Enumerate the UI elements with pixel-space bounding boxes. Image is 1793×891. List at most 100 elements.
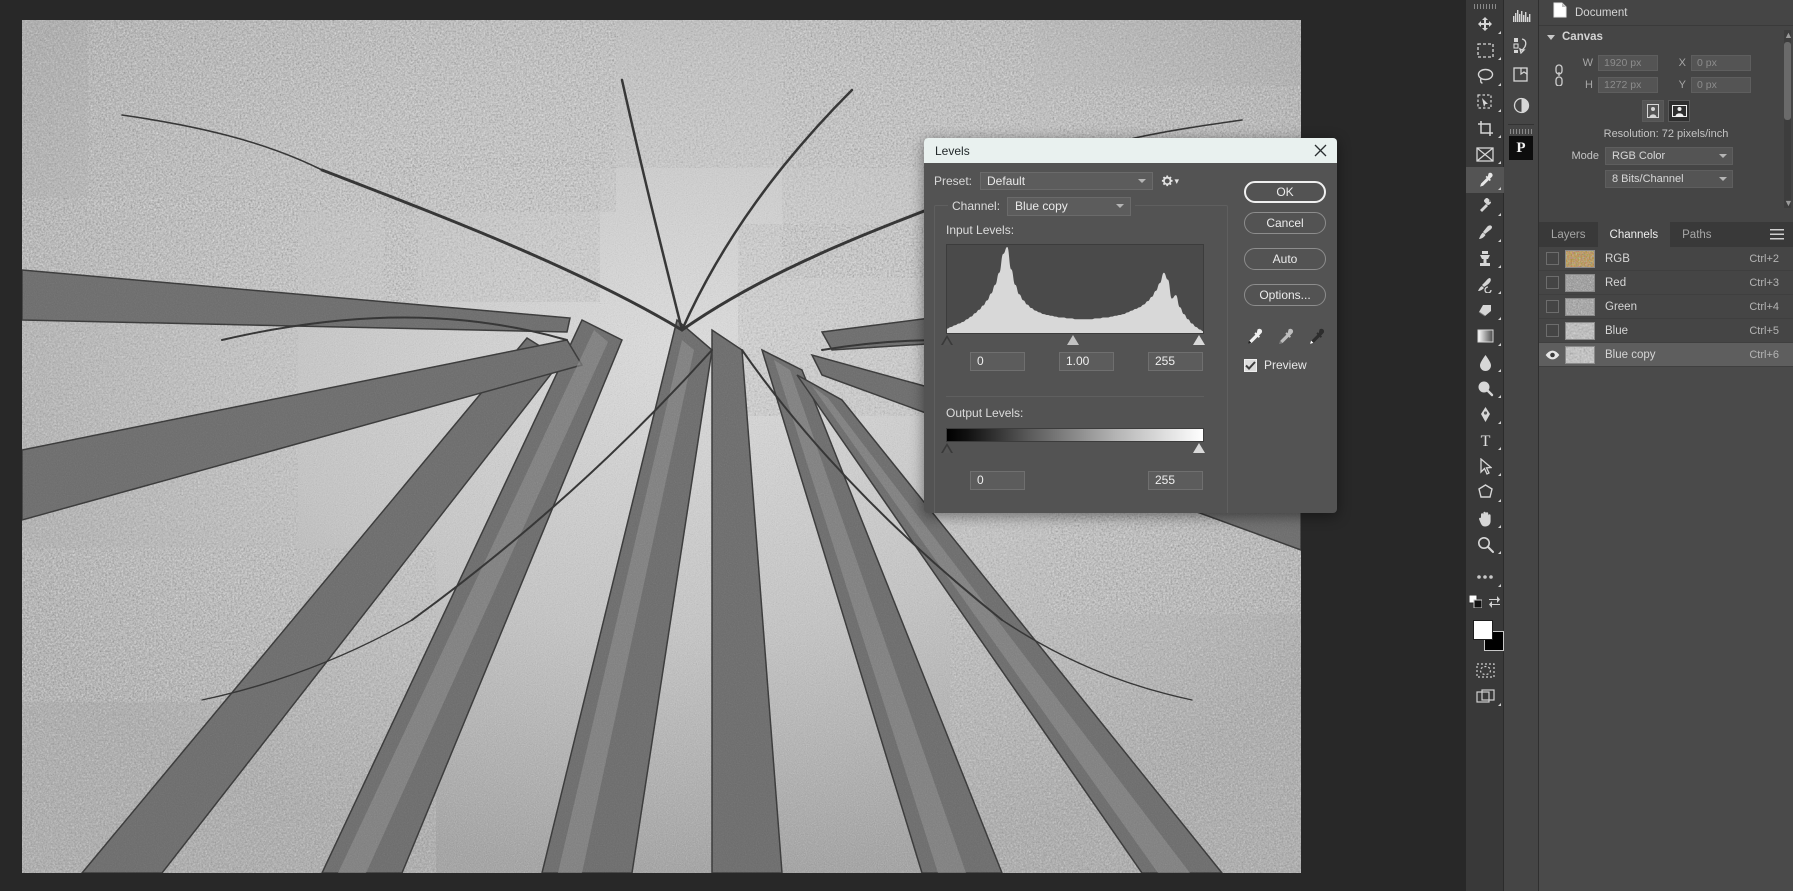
input-black-field[interactable]: 0 xyxy=(970,352,1025,371)
channel-row-blue-copy[interactable]: Blue copy Ctrl+6 xyxy=(1539,343,1793,367)
channel-visibility-toggle[interactable] xyxy=(1539,252,1565,265)
document-title: Document xyxy=(1575,6,1628,19)
tool-object-selection-tool[interactable] xyxy=(1466,89,1504,115)
color-swatches[interactable] xyxy=(1466,617,1504,657)
photoshop-badge-icon: P xyxy=(1509,136,1533,160)
set-gray-point-eyedropper[interactable] xyxy=(1273,326,1295,348)
tool-frame-tool[interactable] xyxy=(1466,141,1504,167)
tool-crop-tool[interactable] xyxy=(1466,115,1504,141)
cancel-button[interactable]: Cancel xyxy=(1244,212,1326,234)
tool-gradient-tool[interactable] xyxy=(1466,323,1504,349)
input-black-point-handle[interactable] xyxy=(941,335,953,345)
tab-channels[interactable]: Channels xyxy=(1597,222,1671,247)
input-gamma-field[interactable]: 1.00 xyxy=(1059,352,1114,371)
preset-select[interactable]: Default xyxy=(980,172,1154,190)
right-panel-stack: Document Canvas W 1920 px X 0 px H 1272 … xyxy=(1539,0,1793,891)
ok-button[interactable]: OK xyxy=(1244,181,1326,203)
tool-spot-healing-brush-tool[interactable] xyxy=(1466,193,1504,219)
width-input[interactable]: 1920 px xyxy=(1598,55,1658,71)
libraries-panel-icon[interactable] xyxy=(1504,60,1539,90)
gear-icon[interactable]: ▾ xyxy=(1161,174,1179,188)
input-levels-slider[interactable] xyxy=(941,335,1205,347)
x-input[interactable]: 0 px xyxy=(1691,55,1751,71)
quick-mask-mode-icon[interactable] xyxy=(1466,657,1504,683)
input-white-point-handle[interactable] xyxy=(1193,335,1205,345)
tool-clone-stamp-tool[interactable] xyxy=(1466,245,1504,271)
toolbar-grip[interactable] xyxy=(1473,4,1496,9)
scroll-down-arrow-icon[interactable]: ▼ xyxy=(1784,198,1793,208)
channel-row-red[interactable]: Red Ctrl+3 xyxy=(1539,271,1793,295)
adjustments-panel-icon[interactable] xyxy=(1504,90,1539,120)
output-black-field[interactable]: 0 xyxy=(970,471,1025,490)
tool-eyedropper-tool[interactable] xyxy=(1466,167,1504,193)
tool-hand-tool[interactable] xyxy=(1466,505,1504,531)
channel-visibility-toggle[interactable] xyxy=(1539,276,1565,289)
default-colors-icon[interactable] xyxy=(1468,594,1482,613)
scroll-up-arrow-icon[interactable]: ▲ xyxy=(1784,30,1793,40)
tool-dodge-tool[interactable] xyxy=(1466,375,1504,401)
tool-history-brush-tool[interactable] xyxy=(1466,271,1504,297)
channel-shortcut: Ctrl+2 xyxy=(1749,252,1779,265)
preview-checkbox-row[interactable]: Preview xyxy=(1244,358,1307,372)
landscape-orientation-button[interactable] xyxy=(1668,100,1690,122)
swap-colors-icon[interactable] xyxy=(1488,595,1501,613)
channel-visibility-toggle[interactable] xyxy=(1539,300,1565,313)
screen-mode-icon[interactable] xyxy=(1466,683,1504,709)
tool-lasso-tool[interactable] xyxy=(1466,63,1504,89)
channel-row-rgb[interactable]: RGB Ctrl+2 xyxy=(1539,247,1793,271)
channel-row: Channel: Blue copy xyxy=(948,196,1136,216)
auto-button[interactable]: Auto xyxy=(1244,248,1326,270)
tool-pen-tool[interactable] xyxy=(1466,401,1504,427)
tool-zoom-tool[interactable] xyxy=(1466,531,1504,557)
ok-button-label: OK xyxy=(1276,185,1294,199)
auto-button-label: Auto xyxy=(1272,252,1298,266)
bit-depth-select[interactable]: 8 Bits/Channel xyxy=(1605,170,1733,188)
channel-row-green[interactable]: Green Ctrl+4 xyxy=(1539,295,1793,319)
channel-visibility-toggle[interactable] xyxy=(1539,350,1565,360)
tool-polygon-tool[interactable] xyxy=(1466,479,1504,505)
output-levels-slider[interactable] xyxy=(941,443,1205,455)
set-black-point-eyedropper[interactable] xyxy=(1242,326,1264,348)
color-mode-select[interactable]: RGB Color xyxy=(1605,147,1733,165)
panel-menu-icon[interactable] xyxy=(1770,222,1793,247)
preview-checkbox[interactable] xyxy=(1244,358,1257,372)
color-mode-row: Mode RGB Color xyxy=(1539,146,1793,166)
output-white-field[interactable]: 255 xyxy=(1148,471,1203,490)
tab-paths[interactable]: Paths xyxy=(1670,222,1723,247)
tool-horizontal-type-tool[interactable]: T xyxy=(1466,427,1504,453)
tool-eraser-tool[interactable] xyxy=(1466,297,1504,323)
channel-row-blue[interactable]: Blue Ctrl+5 xyxy=(1539,319,1793,343)
rail-grip[interactable] xyxy=(1510,129,1532,134)
tool-path-selection-tool[interactable] xyxy=(1466,453,1504,479)
input-histogram[interactable] xyxy=(946,244,1204,334)
tab-layers[interactable]: Layers xyxy=(1539,222,1598,247)
actions-panel-icon[interactable] xyxy=(1504,30,1539,60)
tool-move-tool[interactable] xyxy=(1466,11,1504,37)
options-button[interactable]: Options... xyxy=(1244,284,1326,306)
output-levels-gradient[interactable] xyxy=(946,428,1204,442)
histogram-panel-icon[interactable] xyxy=(1504,0,1539,30)
canvas-section-label: Canvas xyxy=(1562,31,1603,43)
portrait-orientation-button[interactable] xyxy=(1642,100,1664,122)
levels-titlebar[interactable]: Levels xyxy=(924,138,1337,163)
preset-label: Preset: xyxy=(934,174,973,188)
output-white-point-handle[interactable] xyxy=(1193,443,1205,453)
foreground-color-swatch[interactable] xyxy=(1473,620,1493,640)
channel-visibility-toggle[interactable] xyxy=(1539,324,1565,337)
properties-scrollbar[interactable]: ▲ ▼ xyxy=(1784,30,1793,208)
tool-blur-tool[interactable] xyxy=(1466,349,1504,375)
output-black-point-handle[interactable] xyxy=(941,443,953,453)
y-input[interactable]: 0 px xyxy=(1691,77,1751,93)
close-icon[interactable] xyxy=(1309,140,1331,162)
channel-name: Green xyxy=(1605,300,1637,313)
input-gamma-handle[interactable] xyxy=(1067,335,1079,345)
tool-rectangular-marquee-tool[interactable] xyxy=(1466,37,1504,63)
set-white-point-eyedropper[interactable] xyxy=(1304,326,1326,348)
tool-brush-tool[interactable] xyxy=(1466,219,1504,245)
channel-select[interactable]: Blue copy xyxy=(1007,196,1132,216)
input-white-field[interactable]: 255 xyxy=(1148,352,1203,371)
edit-toolbar-ellipsis-icon[interactable] xyxy=(1466,564,1504,590)
link-dimensions-icon[interactable] xyxy=(1553,62,1565,91)
canvas-section-header[interactable]: Canvas xyxy=(1539,26,1793,48)
height-input[interactable]: 1272 px xyxy=(1598,77,1658,93)
